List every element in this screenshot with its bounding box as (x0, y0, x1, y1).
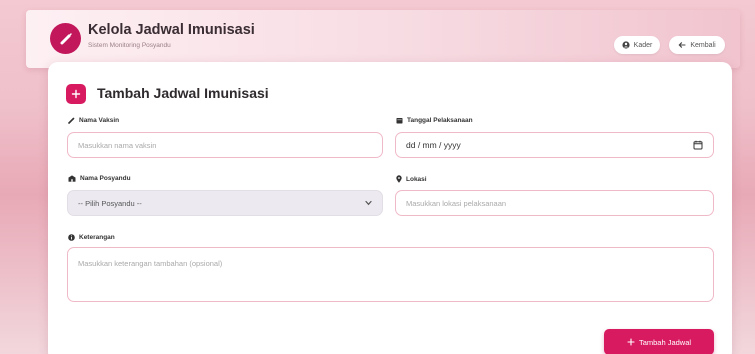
form-card: Tambah Jadwal Imunisasi Nama Vaksin Masu… (48, 62, 732, 354)
posyandu-value: -- Pilih Posyandu -- (78, 198, 142, 208)
date-label: Tanggal Pelaksanaan (396, 117, 473, 124)
vaccine-label: Nama Vaksin (68, 117, 119, 124)
app-subtitle: Sistem Monitoring Posyandu (88, 42, 171, 49)
kader-label: Kader (633, 41, 653, 49)
syringe-small-icon (68, 117, 75, 124)
notes-placeholder: Masukkan keterangan tambahan (opsional) (78, 259, 223, 268)
location-input[interactable]: Masukkan lokasi pelaksanaan (395, 190, 714, 216)
arrow-left-icon (678, 42, 686, 48)
plus-square-icon (66, 84, 86, 104)
vaccine-input[interactable]: Masukkan nama vaksin (67, 132, 383, 158)
kembali-button[interactable]: Kembali (669, 36, 725, 54)
syringe-icon (50, 23, 81, 54)
clinic-icon (68, 175, 76, 182)
form-title: Tambah Jadwal Imunisasi (97, 85, 269, 101)
notes-label: Keterangan (68, 234, 115, 241)
kembali-label: Kembali (690, 41, 716, 49)
posyandu-label: Nama Posyandu (68, 175, 131, 182)
posyandu-select[interactable]: -- Pilih Posyandu -- (67, 190, 383, 216)
vaccine-placeholder: Masukkan nama vaksin (78, 140, 157, 150)
calendar-picker-icon[interactable] (693, 140, 703, 150)
plus-icon (627, 338, 635, 346)
header-bar: Kelola Jadwal Imunisasi Sistem Monitorin… (26, 10, 740, 68)
calendar-icon (396, 118, 403, 124)
info-circle-icon (68, 234, 75, 241)
submit-label: Tambah Jadwal (638, 337, 692, 347)
user-circle-icon (622, 41, 630, 49)
notes-textarea[interactable]: Masukkan keterangan tambahan (opsional) (67, 247, 714, 302)
date-value: dd / mm / yyyy (406, 140, 461, 150)
app-title: Kelola Jadwal Imunisasi (88, 22, 255, 38)
tambah-jadwal-button[interactable]: Tambah Jadwal (604, 329, 714, 354)
map-pin-icon (396, 175, 402, 183)
kader-button[interactable]: Kader (614, 36, 660, 54)
location-label: Lokasi (396, 175, 427, 183)
location-placeholder: Masukkan lokasi pelaksanaan (406, 198, 507, 208)
date-input[interactable]: dd / mm / yyyy (395, 132, 714, 158)
chevron-down-icon (365, 200, 372, 206)
